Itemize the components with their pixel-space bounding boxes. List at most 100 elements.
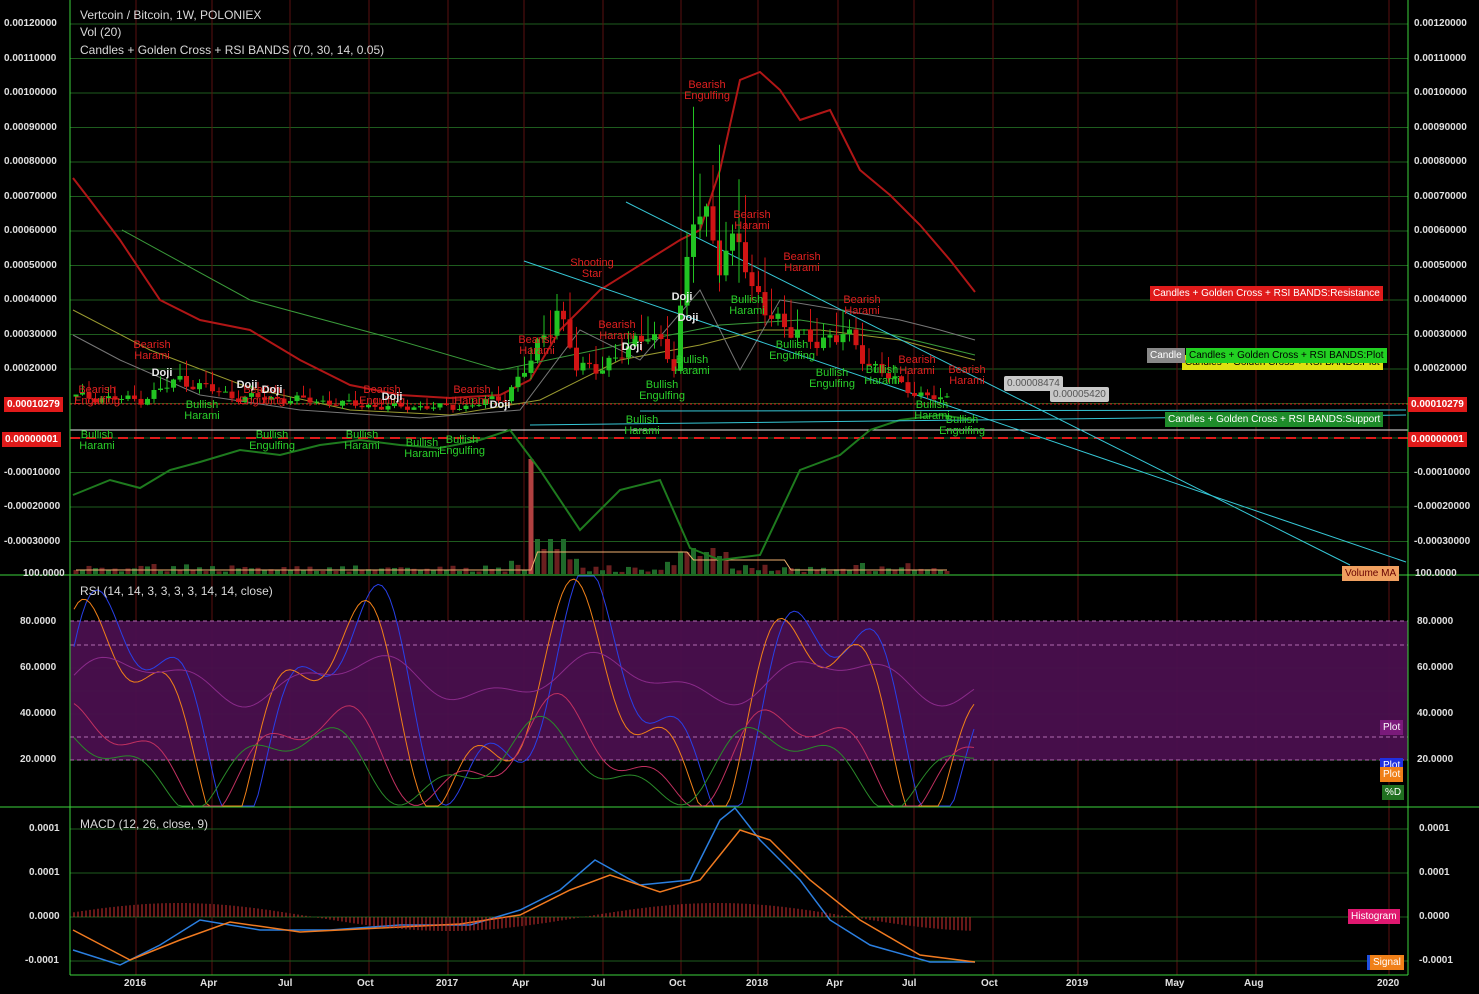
candle-pattern-label: Bearish Engulfing bbox=[74, 384, 120, 407]
candle-body bbox=[125, 395, 131, 399]
volume-bar bbox=[736, 570, 742, 574]
candle-pattern-label: Doji bbox=[677, 312, 699, 324]
volume-bar bbox=[509, 560, 514, 574]
right-tick-label: 0.00060000 bbox=[1414, 225, 1467, 236]
volume-bar bbox=[346, 571, 352, 574]
volume-bar bbox=[860, 562, 865, 574]
candle-body bbox=[801, 329, 807, 331]
candle-body bbox=[723, 250, 729, 276]
candle-body bbox=[944, 396, 950, 398]
candle-body bbox=[171, 379, 176, 388]
volume-bar bbox=[314, 570, 319, 574]
volume-bar bbox=[379, 568, 384, 574]
candle-pattern-label: Bearish Harami bbox=[733, 209, 771, 232]
volume-bar bbox=[853, 564, 859, 574]
rsi-tick-left: 20.0000 bbox=[20, 754, 57, 765]
left-tick-label: 0.00050000 bbox=[4, 259, 57, 271]
volume-bar bbox=[502, 571, 508, 574]
candle-pattern-label: Bullish Harami bbox=[729, 294, 765, 317]
trendline-4 bbox=[639, 409, 1407, 412]
volume-bar bbox=[632, 567, 638, 574]
right-tick-label: 0.00110000 bbox=[1414, 52, 1467, 64]
time-tick-label: Jul bbox=[591, 978, 606, 989]
time-tick-label: Aug bbox=[1244, 978, 1264, 989]
candle-body bbox=[697, 216, 703, 225]
candles-indicator-title: Candles + Golden Cross + RSI BANDS (70, … bbox=[80, 43, 385, 57]
price-chart-canvas[interactable] bbox=[0, 0, 1479, 994]
rsi-tick-right: 60.0000 bbox=[1417, 662, 1454, 673]
candle-body bbox=[567, 319, 573, 348]
candle-body bbox=[925, 392, 930, 396]
candle-pattern-label: Doji bbox=[671, 291, 693, 303]
candle-body bbox=[158, 388, 163, 390]
right-tick-label: 0.00090000 bbox=[1414, 121, 1467, 133]
volume-bar bbox=[665, 561, 670, 574]
right-tick-label: 0.00020000 bbox=[1414, 363, 1467, 374]
volume-bar bbox=[645, 571, 651, 574]
volume-bar bbox=[151, 564, 157, 574]
volume-bar bbox=[132, 568, 137, 574]
candle-pattern-label: Shooting Star bbox=[570, 257, 614, 280]
candle-body bbox=[203, 383, 209, 385]
volume-bar bbox=[788, 568, 794, 574]
volume-bar bbox=[190, 570, 196, 574]
candle-body bbox=[333, 404, 339, 406]
volume-bar bbox=[899, 567, 904, 574]
macd-tick-left: -0.0001 bbox=[25, 955, 59, 966]
right-tick-label: -0.00010000 bbox=[1414, 466, 1471, 478]
candle-body bbox=[834, 335, 839, 343]
candle-body bbox=[138, 398, 144, 405]
right-tick-label: 0.00040000 bbox=[1414, 294, 1467, 305]
candle-pattern-label: Bullish Harami bbox=[79, 429, 115, 452]
candle-body bbox=[340, 400, 345, 406]
candle-body bbox=[853, 329, 859, 346]
volume-indicator-title: Vol (20) bbox=[80, 25, 122, 39]
candle-body bbox=[307, 397, 313, 403]
rsi-tick-right: 40.0000 bbox=[1417, 708, 1454, 719]
rsi-tick-right: 20.0000 bbox=[1417, 754, 1454, 765]
time-tick-label: 2016 bbox=[124, 978, 147, 989]
candle-body bbox=[431, 407, 436, 409]
volume-bar bbox=[249, 568, 254, 574]
candle-body bbox=[613, 357, 618, 359]
candle-body bbox=[294, 395, 300, 402]
volume-bar bbox=[821, 567, 826, 574]
volume-bar bbox=[385, 567, 391, 574]
rsi-pane-top-tick-left: 100.0000 bbox=[23, 568, 65, 579]
candle-pattern-label: Bearish Harami bbox=[898, 354, 936, 377]
volume-bar bbox=[639, 569, 644, 574]
right-tick-label: -0.00020000 bbox=[1414, 501, 1471, 512]
volume-bar bbox=[749, 567, 755, 574]
support-label: Candles + Golden Cross + RSI BANDS:Suppo… bbox=[1165, 412, 1384, 427]
volume-bar bbox=[606, 565, 612, 574]
rsi-tick-left: 40.0000 bbox=[20, 708, 57, 719]
time-tick-label: Jul bbox=[278, 978, 293, 989]
rsi-tick-left: 80.0000 bbox=[20, 616, 57, 627]
candle-body bbox=[704, 206, 709, 217]
candle-body bbox=[912, 392, 917, 396]
candle-body bbox=[327, 400, 332, 405]
right-tick-label: 0.00030000 bbox=[1414, 328, 1467, 340]
candle-body bbox=[782, 313, 787, 328]
candle-body bbox=[710, 206, 716, 241]
left-tick-label: 0.00060000 bbox=[4, 225, 57, 236]
time-tick-label: Oct bbox=[981, 978, 998, 989]
candle-pattern-label: Bullish Harami bbox=[184, 399, 220, 422]
left-tick-label: 0.00030000 bbox=[4, 328, 57, 340]
time-tick-label: Jul bbox=[902, 978, 917, 989]
volume-bar bbox=[574, 558, 579, 574]
symbol-title: Vertcoin / Bitcoin, 1W, POLONIEX bbox=[80, 8, 262, 22]
volume-bar bbox=[697, 556, 703, 574]
volume-bar bbox=[158, 570, 163, 574]
candle-body bbox=[288, 401, 293, 404]
volume-bar bbox=[93, 568, 98, 574]
volume-bar bbox=[541, 549, 547, 574]
volume-bar bbox=[476, 571, 482, 574]
macd-indicator-title: MACD (12, 26, close, 9) bbox=[80, 817, 209, 831]
volume-bar bbox=[723, 552, 729, 574]
volume-bar bbox=[944, 570, 950, 574]
volume-bar bbox=[691, 548, 696, 574]
candle-body bbox=[619, 357, 625, 359]
rsi-tick-right: 80.0000 bbox=[1417, 616, 1454, 627]
candle-body bbox=[216, 391, 222, 393]
